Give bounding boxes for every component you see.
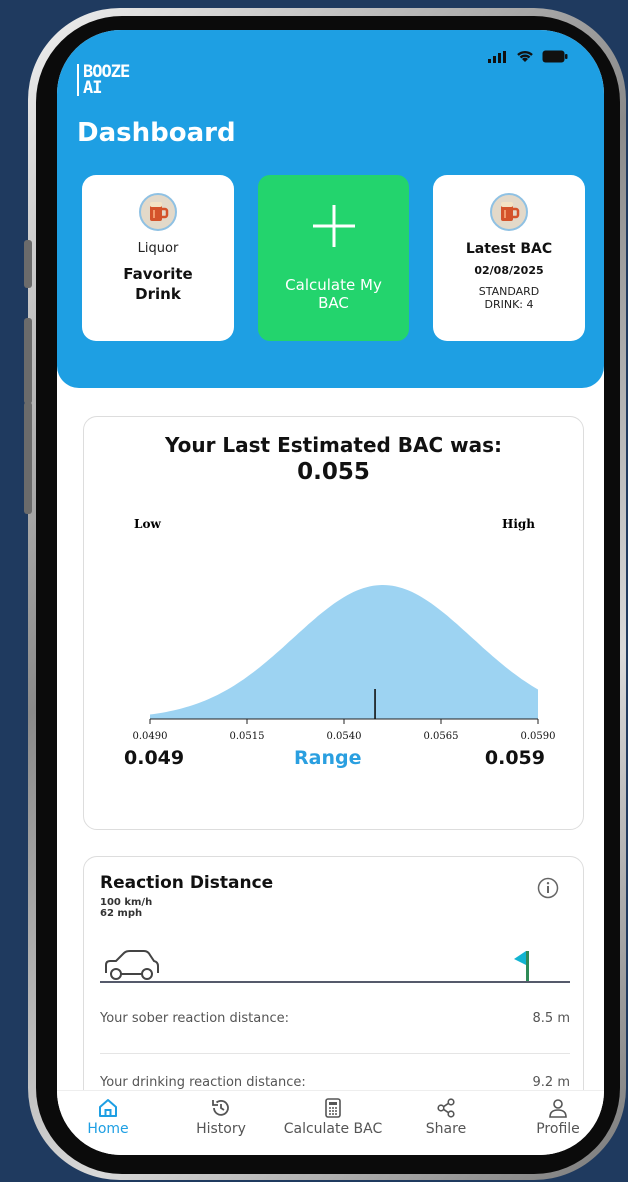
drinking-distance-value: 9.2 m <box>532 1075 570 1090</box>
tab-history-label: History <box>196 1121 246 1137</box>
calc-label-line2: BAC <box>318 294 349 312</box>
reaction-speed: 100 km/h 62 mph <box>100 897 152 919</box>
profile-icon <box>549 1099 567 1118</box>
app-screen: BOOZE AI Dashboard Liquor Favorite Drink <box>57 30 604 1155</box>
favorite-label-line2: Drink <box>135 285 181 303</box>
latest-bac-title: Latest BAC <box>465 241 553 257</box>
calculate-bac-label: Calculate My BAC <box>258 276 409 312</box>
bac-panel-title: Your Last Estimated BAC was: <box>164 433 503 457</box>
tab-calculate-label: Calculate BAC <box>283 1121 383 1137</box>
speed-mph: 62 mph <box>100 908 143 919</box>
beer-mug-icon <box>139 193 177 231</box>
calculate-bac-button[interactable]: Calculate My BAC <box>258 175 409 341</box>
bac-value: 0.055 <box>297 459 370 485</box>
calculator-icon <box>325 1098 341 1118</box>
latest-detail-line1: STANDARD <box>478 285 540 298</box>
tab-share-label: Share <box>425 1121 467 1137</box>
tab-share[interactable]: Share <box>391 1097 501 1137</box>
battery-icon <box>542 50 568 63</box>
mute-switch <box>24 240 32 288</box>
home-icon <box>99 1099 117 1117</box>
favorite-label-line1: Favorite <box>123 265 193 283</box>
info-icon[interactable] <box>537 877 559 899</box>
volume-down-button <box>24 402 32 514</box>
tab-profile[interactable]: Profile <box>503 1097 604 1137</box>
bottom-tab-bar: Home History Calculate BAC Share Profile <box>57 1090 604 1155</box>
favorite-drink-card[interactable]: Liquor Favorite Drink <box>82 175 234 341</box>
road-line <box>100 981 570 983</box>
x-tick-label: 0.0515 <box>230 731 265 742</box>
latest-detail-line2: DRINK: 4 <box>484 298 534 311</box>
drinking-distance-label: Your drinking reaction distance: <box>100 1075 306 1090</box>
wifi-icon <box>517 50 533 62</box>
logo-line-2: AI <box>83 78 102 98</box>
tab-home[interactable]: Home <box>57 1097 163 1137</box>
app-logo: BOOZE AI <box>77 64 130 98</box>
page-title: Dashboard <box>77 118 236 148</box>
distribution-area <box>150 585 538 719</box>
history-icon <box>212 1099 229 1116</box>
bac-estimate-panel: Your Last Estimated BAC was: 0.055 Low H… <box>83 416 584 830</box>
signal-icon <box>488 50 506 63</box>
tab-calculate-bac[interactable]: Calculate BAC <box>278 1097 388 1137</box>
volume-up-button <box>24 318 32 404</box>
x-tick-label: 0.0540 <box>327 731 362 742</box>
x-tick-label: 0.0490 <box>133 731 168 742</box>
speed-kmh: 100 km/h <box>100 897 153 908</box>
range-low-value: 0.049 <box>124 747 185 769</box>
beer-mug-icon <box>490 193 528 231</box>
status-bar <box>488 50 568 63</box>
latest-bac-card[interactable]: Latest BAC 02/08/2025 STANDARD DRINK: 4 <box>433 175 585 341</box>
calc-label-line1: Calculate My <box>285 276 382 294</box>
favorite-drink-label: Favorite Drink <box>82 264 234 304</box>
latest-bac-detail: STANDARD DRINK: 4 <box>433 285 585 311</box>
share-icon <box>437 1098 455 1118</box>
latest-bac-date: 02/08/2025 <box>474 264 544 277</box>
sober-distance-row: Your sober reaction distance: 8.5 m <box>100 1011 570 1026</box>
row-divider <box>100 1053 570 1054</box>
bac-distribution-chart: 0.0490 0.0515 0.0540 0.0565 0.0590 <box>133 585 556 742</box>
car-icon <box>105 950 159 980</box>
flag-icon <box>514 951 529 981</box>
tab-history[interactable]: History <box>166 1097 276 1137</box>
high-label: High <box>501 517 535 531</box>
sober-distance-value: 8.5 m <box>532 1011 570 1026</box>
favorite-drink-type: Liquor <box>137 241 179 256</box>
x-tick-label: 0.0565 <box>424 731 459 742</box>
tab-home-label: Home <box>87 1121 129 1137</box>
range-label: Range <box>294 747 362 769</box>
range-high-value: 0.059 <box>484 747 545 769</box>
x-tick-label: 0.0590 <box>521 731 556 742</box>
reaction-title: Reaction Distance <box>100 873 274 893</box>
low-label: Low <box>134 517 161 531</box>
sober-distance-label: Your sober reaction distance: <box>100 1011 290 1026</box>
tab-profile-label: Profile <box>536 1121 580 1137</box>
dashboard-header: BOOZE AI Dashboard Liquor Favorite Drink <box>57 30 604 388</box>
plus-icon <box>258 203 409 258</box>
drinking-distance-row: Your drinking reaction distance: 9.2 m <box>100 1075 570 1090</box>
